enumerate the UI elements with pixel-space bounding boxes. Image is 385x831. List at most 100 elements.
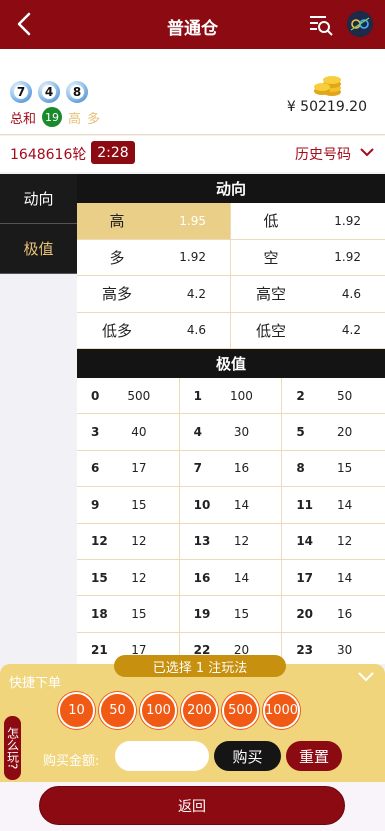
quick-bet-panel: 已选择 1 注玩法 快捷下单 怎么玩? 10 50 100 200 500 10… [0, 655, 385, 782]
how-to-play-button[interactable]: 怎么玩? [4, 716, 21, 780]
extreme-option[interactable]: 4 30 [179, 414, 283, 451]
bet-option-high[interactable]: 高 1.95 [77, 203, 231, 240]
extreme-option[interactable]: 9 15 [77, 487, 180, 524]
bet-option-low-more[interactable]: 低多 4.6 [77, 312, 231, 349]
avatar-icon [347, 11, 373, 37]
extreme-option[interactable]: 3 40 [77, 414, 180, 451]
user-avatar[interactable] [347, 11, 373, 37]
round-number: 1648616轮 [10, 147, 87, 163]
amount-input[interactable] [115, 741, 209, 771]
extreme-odds: 14 [233, 497, 250, 512]
extreme-number: 1 [193, 388, 203, 403]
extreme-option[interactable]: 12 12 [77, 523, 180, 560]
extreme-option[interactable]: 23 30 [282, 632, 385, 664]
bet-option-more[interactable]: 多 1.92 [77, 239, 231, 276]
bet-options-area: 动向 高 1.95 低 1.92 多 1.92 空 1.92 高多 4.2 高空 4.6 低… [77, 174, 385, 664]
chip-100[interactable]: 100 [140, 692, 177, 729]
extreme-odds: 15 [233, 607, 250, 622]
section-title-trend: 动向 [77, 174, 385, 203]
extreme-option[interactable]: 8 15 [282, 450, 385, 488]
extreme-options: 0 500 1 100 2 50 3 40 4 30 5 20 6 17 7 16 8 15 9 15 10 14 11 14… [77, 378, 385, 664]
extreme-number: 17 [296, 570, 314, 585]
extreme-number: 20 [296, 607, 314, 622]
extreme-option[interactable]: 18 15 [77, 596, 180, 633]
extreme-number: 7 [193, 461, 203, 476]
extreme-option[interactable]: 20 16 [282, 596, 385, 633]
trend-options: 高 1.95 低 1.92 多 1.92 空 1.92 高多 4.2 高空 4.6 低多 4.… [77, 203, 385, 349]
extreme-number: 9 [91, 497, 100, 512]
extreme-option[interactable]: 6 17 [77, 450, 180, 488]
history-numbers-link[interactable]: 历史号码 [295, 144, 351, 164]
top-bar: 普通仓 [0, 0, 385, 49]
extreme-number: 3 [91, 425, 100, 440]
extreme-odds: 15 [131, 497, 147, 512]
sum-line: 总和 19 高 多 [10, 107, 100, 127]
extreme-option[interactable]: 17 14 [282, 559, 385, 597]
extreme-option[interactable]: 16 14 [179, 559, 283, 597]
extreme-option[interactable]: 5 20 [282, 414, 385, 451]
extreme-option[interactable]: 0 500 [77, 378, 180, 415]
chevron-down-icon[interactable] [359, 145, 375, 159]
return-button[interactable]: 返回 [39, 786, 345, 825]
extreme-odds: 100 [230, 388, 253, 403]
extreme-number: 2 [296, 388, 305, 403]
bet-option-high-empty[interactable]: 高空 4.6 [231, 276, 385, 313]
extreme-number: 11 [296, 497, 314, 512]
extreme-number: 6 [91, 461, 100, 476]
balance-amount: ¥ 50219.20 [286, 99, 367, 115]
chip-200[interactable]: 200 [181, 692, 218, 729]
extreme-option[interactable]: 11 14 [282, 487, 385, 524]
reset-button[interactable]: 重置 [286, 741, 342, 771]
sum-label: 总和 [10, 111, 37, 127]
extreme-option[interactable]: 15 12 [77, 559, 180, 597]
extreme-odds: 20 [337, 425, 353, 440]
extreme-odds: 12 [131, 534, 147, 549]
extreme-option[interactable]: 7 16 [179, 450, 283, 488]
result-ball: 8 [66, 81, 88, 103]
list-search-icon[interactable] [308, 13, 334, 37]
sidebar-item-trend[interactable]: 动向 [0, 174, 77, 224]
extreme-number: 13 [193, 534, 211, 549]
extreme-odds: 15 [131, 607, 147, 622]
coins-icon [314, 76, 341, 96]
extreme-option[interactable]: 1 100 [179, 378, 283, 415]
bet-option-empty[interactable]: 空 1.92 [231, 239, 385, 276]
bet-option-low-empty[interactable]: 低空 4.2 [231, 312, 385, 349]
extreme-option[interactable]: 14 12 [282, 523, 385, 560]
chevron-down-icon[interactable] [357, 670, 375, 684]
chip-1000[interactable]: 1000 [263, 692, 300, 729]
chip-50[interactable]: 50 [99, 692, 136, 729]
amount-label: 购买金额: [43, 754, 100, 769]
extreme-odds: 14 [337, 570, 353, 585]
extreme-odds: 14 [337, 497, 353, 512]
extreme-option[interactable]: 10 14 [179, 487, 283, 524]
extreme-option[interactable]: 13 12 [179, 523, 283, 560]
extreme-number: 14 [296, 534, 314, 549]
bet-option-low[interactable]: 低 1.92 [231, 203, 385, 240]
extreme-odds: 16 [337, 607, 353, 622]
quick-bet-label: 快捷下单 [9, 676, 62, 691]
chip-500[interactable]: 500 [222, 692, 259, 729]
extreme-option[interactable]: 2 50 [282, 378, 385, 415]
extreme-odds: 12 [337, 534, 353, 549]
buy-button[interactable]: 购买 [214, 741, 281, 771]
extreme-odds: 30 [337, 643, 353, 658]
chip-10[interactable]: 10 [58, 692, 95, 729]
draw-info-panel: 7 4 8 总和 19 高 多 ¥ 50219.20 [0, 49, 385, 135]
extreme-number: 18 [91, 607, 108, 622]
result-tag: 高 [68, 111, 82, 127]
extreme-odds: 14 [233, 570, 250, 585]
extreme-odds: 40 [131, 425, 147, 440]
extreme-number: 5 [296, 425, 305, 440]
bet-option-high-more[interactable]: 高多 4.2 [77, 276, 231, 313]
sidebar-item-extreme[interactable]: 极值 [0, 224, 77, 274]
sum-ball: 19 [42, 107, 63, 127]
extreme-number: 4 [193, 425, 203, 440]
selected-count-badge: 已选择 1 注玩法 [114, 655, 286, 677]
extreme-number: 19 [193, 607, 211, 622]
extreme-odds: 30 [233, 425, 250, 440]
bottom-bar: 返回 [0, 782, 385, 831]
extreme-number: 0 [91, 388, 100, 403]
extreme-odds: 16 [233, 461, 250, 476]
extreme-option[interactable]: 19 15 [179, 596, 283, 633]
